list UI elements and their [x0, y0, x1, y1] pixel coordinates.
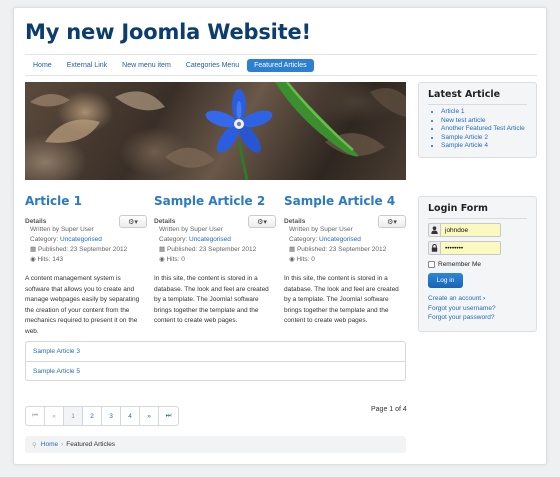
category-prefix: Category: [159, 236, 189, 243]
latest-articles-list: Article 1 New test article Another Featu… [419, 108, 536, 157]
latest-article-link[interactable]: New test article [441, 117, 530, 126]
published-date: Published: 23 September 2012 [37, 246, 128, 253]
remember-me-label: Remember Me [438, 261, 481, 268]
remember-me-checkbox[interactable] [428, 261, 435, 268]
category-link[interactable]: Uncategorised [319, 236, 361, 243]
article-body: In this site, the content is stored in a… [284, 275, 399, 324]
breadcrumb-current: Featured Articles [66, 441, 116, 448]
module-title: Latest Article [428, 89, 501, 100]
article-category: Category: Uncategorised [289, 235, 406, 245]
login-links: Create an account › Forgot your username… [428, 294, 527, 323]
lock-icon [428, 241, 440, 255]
nav-item-home[interactable]: Home [26, 59, 59, 72]
password-input[interactable]: •••••••• [440, 241, 501, 255]
article-published: ▦ Published: 23 September 2012 [30, 245, 147, 255]
article-published: ▦ Published: 23 September 2012 [159, 245, 276, 255]
user-icon [428, 223, 440, 237]
pagination-start[interactable]: ⏮ [26, 407, 45, 425]
article-title[interactable]: Article 1 [25, 194, 147, 208]
latest-article-link[interactable]: Sample Article 2 [441, 134, 530, 143]
article-meta: Written by Super User Category: Uncatego… [154, 225, 276, 265]
category-prefix: Category: [30, 236, 60, 243]
username-input[interactable]: johndoe [440, 223, 501, 237]
calendar-icon: ▦ [30, 246, 38, 253]
banner-image [25, 82, 406, 180]
category-link[interactable]: Uncategorised [60, 236, 102, 243]
create-account-link[interactable]: Create an account › [428, 294, 527, 304]
published-date: Published: 23 September 2012 [296, 246, 387, 253]
article-title[interactable]: Sample Article 4 [284, 194, 406, 208]
article-tools-button[interactable]: ⚙ ▾ [378, 215, 406, 228]
more-article-link[interactable]: Sample Article 5 [26, 361, 405, 380]
article-meta: Written by Super User Category: Uncatego… [25, 225, 147, 265]
page-counter: Page 1 of 4 [371, 406, 407, 413]
calendar-icon: ▦ [289, 246, 297, 253]
map-marker-icon: ⚲ [32, 441, 37, 449]
more-article-link[interactable]: Sample Article 3 [26, 342, 405, 361]
latest-article-link[interactable]: Another Featured Test Article [441, 125, 530, 134]
site-title[interactable]: My new Joomla Website! [25, 20, 311, 44]
caret-down-icon: ▾ [134, 218, 138, 226]
page-container: My new Joomla Website! Home External Lin… [13, 7, 547, 465]
article-body: A content management system is software … [25, 275, 140, 335]
latest-article-link[interactable]: Article 1 [441, 108, 530, 117]
username-field-group: johndoe [428, 223, 527, 237]
article-hits: ◉ Hits: 0 [159, 255, 276, 265]
calendar-icon: ▦ [159, 246, 167, 253]
article-category: Category: Uncategorised [159, 235, 276, 245]
article-meta: Written by Super User Category: Uncatego… [284, 225, 406, 265]
pagination-page-2[interactable]: 2 [83, 407, 102, 425]
pagination-page-1[interactable]: 1 [64, 407, 83, 425]
forgot-password-link[interactable]: Forgot your password? [428, 313, 527, 323]
login-module: Login Form johndoe •••••••• Remember Me … [418, 196, 537, 332]
article-card: Sample Article 2 ⚙ ▾ Details Written by S… [154, 194, 276, 327]
more-articles-list: Sample Article 3 Sample Article 5 [25, 341, 406, 381]
module-divider [428, 218, 527, 219]
article-body: In this site, the content is stored in a… [154, 275, 269, 324]
article-hits: ◉ Hits: 143 [30, 255, 147, 265]
hits-count: Hits: 0 [166, 256, 185, 263]
nav-item-categories-menu[interactable]: Categories Menu [179, 59, 246, 72]
pagination-next[interactable]: » [140, 407, 159, 425]
pagination-page-4[interactable]: 4 [121, 407, 140, 425]
category-link[interactable]: Uncategorised [189, 236, 231, 243]
hits-count: Hits: 0 [296, 256, 315, 263]
latest-article-link[interactable]: Sample Article 4 [441, 142, 530, 151]
forgot-username-link[interactable]: Forgot your username? [428, 304, 527, 314]
nav-item-new-menu-item[interactable]: New menu item [115, 59, 178, 72]
create-account-label: Create an account [428, 295, 482, 302]
latest-articles-module: Latest Article Article 1 New test articl… [418, 82, 537, 158]
module-title: Login Form [428, 203, 488, 214]
pagination: ⏮ « 1 2 3 4 » ⏭ [25, 406, 179, 426]
chevron-right-icon: › [482, 295, 486, 302]
breadcrumb: ⚲ Home › Featured Articles [25, 436, 406, 453]
article-title[interactable]: Sample Article 2 [154, 194, 276, 208]
top-navigation: Home External Link New menu item Categor… [25, 54, 537, 76]
pagination-page-3[interactable]: 3 [102, 407, 121, 425]
published-date: Published: 23 September 2012 [166, 246, 257, 253]
flower-photo [30, 82, 406, 180]
login-button[interactable]: Log in [428, 273, 463, 288]
module-divider [428, 104, 527, 105]
article-tools-button[interactable]: ⚙ ▾ [248, 215, 276, 228]
article-tools-button[interactable]: ⚙ ▾ [119, 215, 147, 228]
breadcrumb-home[interactable]: Home [41, 441, 58, 448]
caret-down-icon: ▾ [393, 218, 397, 226]
article-card: Article 1 ⚙ ▾ Details Written by Super Us… [25, 194, 147, 337]
nav-item-external-link[interactable]: External Link [60, 59, 114, 72]
pagination-end[interactable]: ⏭ [159, 407, 178, 425]
nav-item-featured-articles[interactable]: Featured Articles [247, 58, 314, 72]
category-prefix: Category: [289, 236, 319, 243]
breadcrumb-separator: › [61, 441, 64, 448]
caret-down-icon: ▾ [263, 218, 267, 226]
article-hits: ◉ Hits: 0 [289, 255, 406, 265]
pagination-prev[interactable]: « [45, 407, 64, 425]
password-field-group: •••••••• [428, 241, 527, 255]
remember-me-row[interactable]: Remember Me [428, 261, 527, 268]
article-category: Category: Uncategorised [30, 235, 147, 245]
hits-count: Hits: 143 [37, 256, 64, 263]
article-published: ▦ Published: 23 September 2012 [289, 245, 406, 255]
article-card: Sample Article 4 ⚙ ▾ Details Written by S… [284, 194, 406, 327]
